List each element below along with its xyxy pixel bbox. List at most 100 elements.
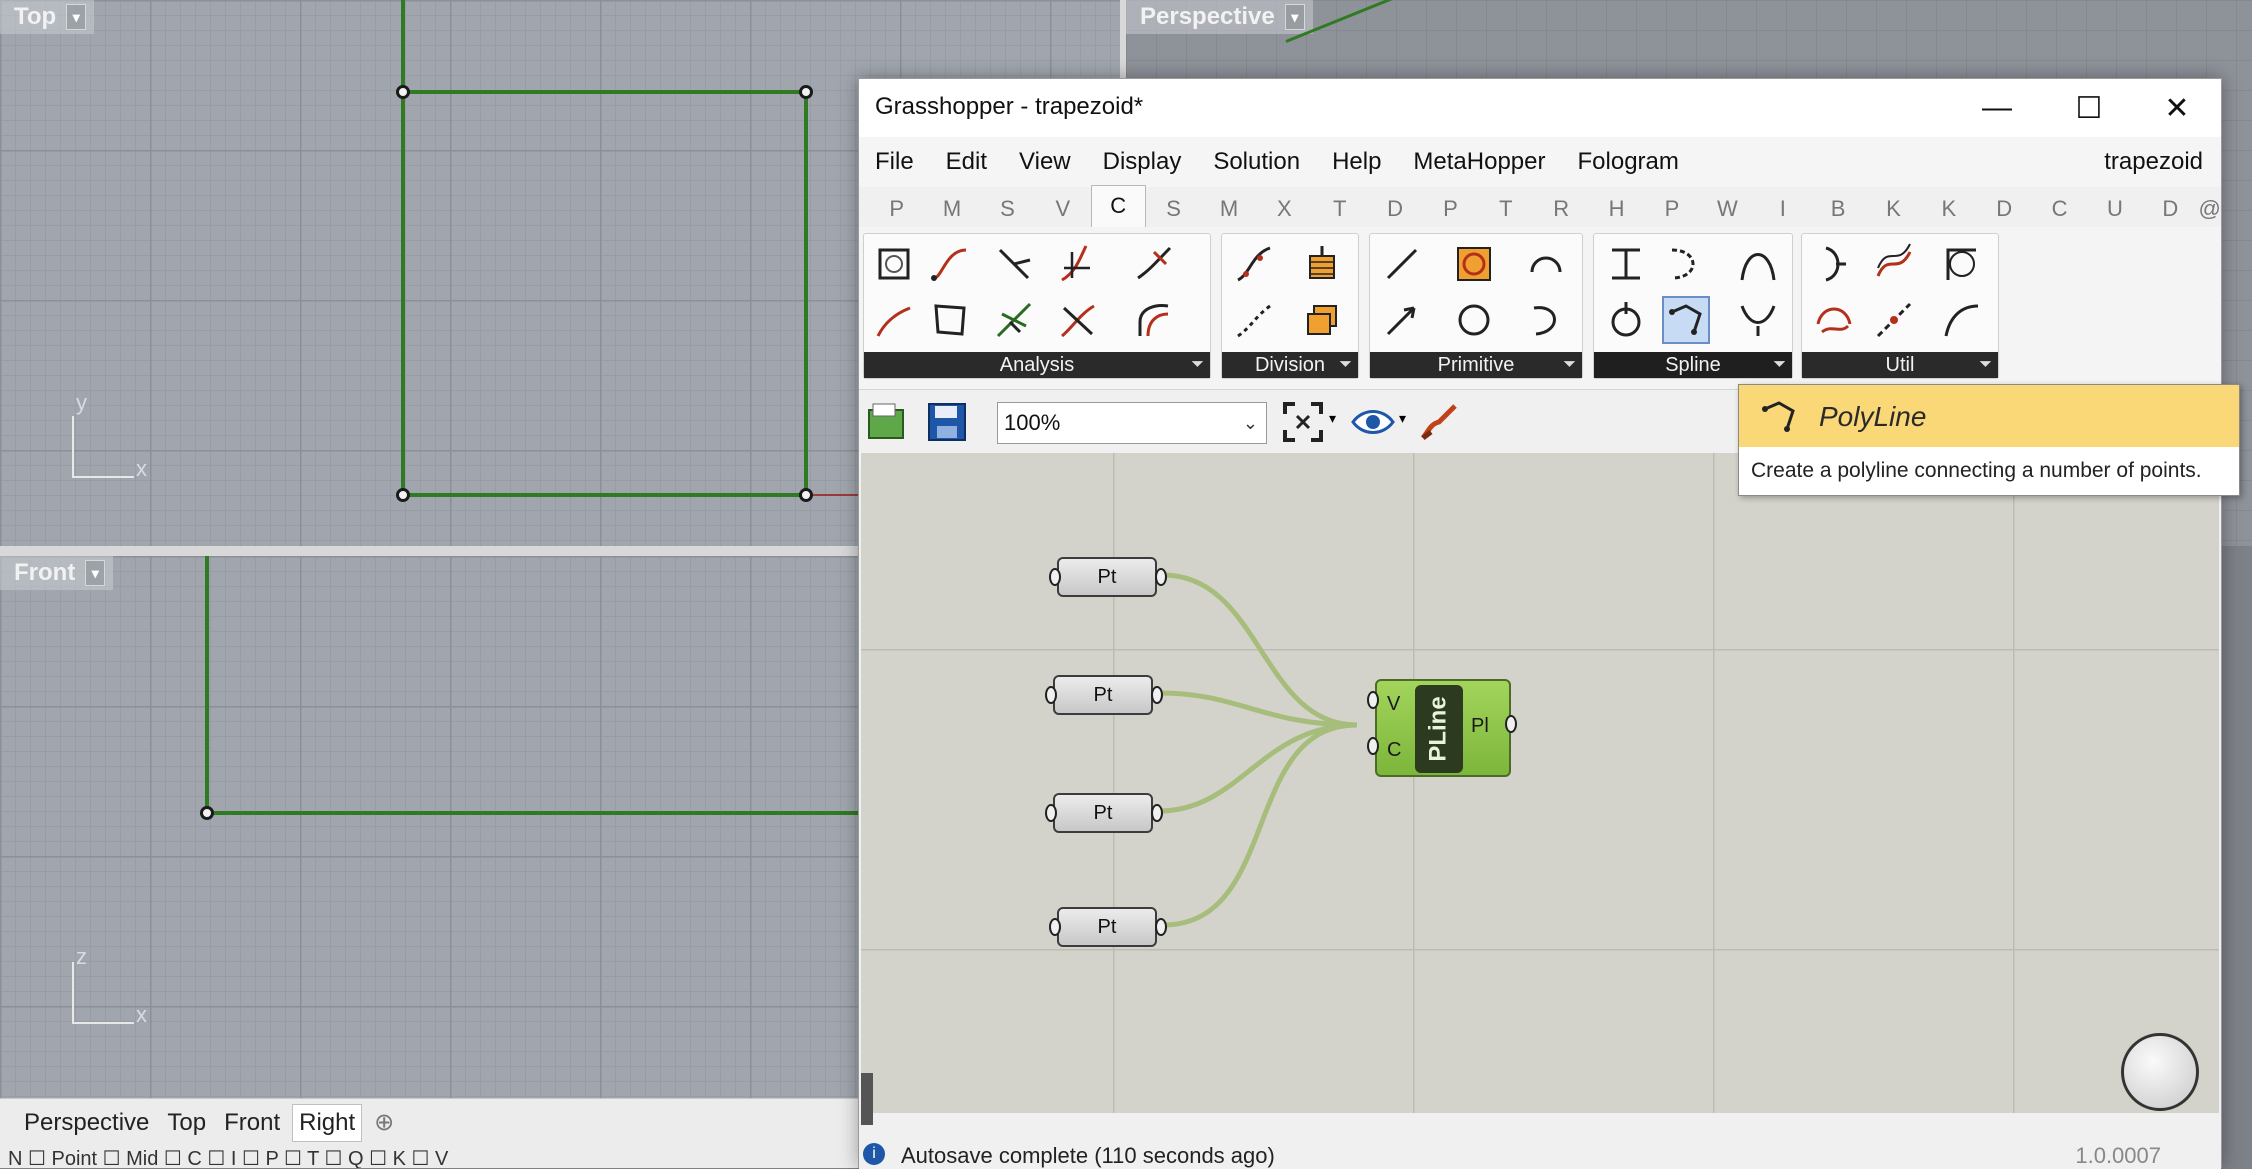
blend-curve-icon[interactable] (1602, 296, 1650, 344)
top-viewport-label[interactable]: Top ▾ (0, 0, 95, 34)
curve-horizontal[interactable] (207, 811, 858, 815)
curve-right-edge[interactable] (804, 90, 808, 496)
interpolate-icon[interactable] (1602, 240, 1650, 288)
menu-fologram[interactable]: Fologram (1562, 148, 1695, 176)
tab-vector[interactable]: V (1035, 191, 1090, 227)
point-marker[interactable] (200, 806, 214, 820)
tab-plugin[interactable]: K (1921, 191, 1976, 227)
close-icon[interactable]: ✕ (2131, 79, 2223, 137)
tab-display[interactable]: D (1367, 191, 1422, 227)
point-marker[interactable] (396, 85, 410, 99)
divide-curve-icon[interactable] (1230, 240, 1278, 288)
tab-plugin[interactable]: W (1700, 191, 1755, 227)
tab-params[interactable]: P (869, 191, 924, 227)
curve-analysis-icon[interactable] (926, 240, 974, 288)
line-icon[interactable] (1378, 240, 1426, 288)
polygon-points-icon[interactable] (926, 296, 974, 344)
title-bar[interactable]: Grasshopper - trapezoid* — ☐ ✕ (859, 79, 2221, 137)
point-param[interactable]: Pt (1053, 675, 1153, 715)
tab-plugin[interactable]: K (1866, 191, 1921, 227)
grasshopper-canvas[interactable]: Pt Pt Pt Pt V C PLine Pl (861, 453, 2219, 1113)
offset-curve-icon[interactable] (1870, 240, 1918, 288)
menu-help[interactable]: Help (1316, 148, 1397, 176)
menu-file[interactable]: File (859, 148, 930, 176)
tab-plugin[interactable]: P (1644, 191, 1699, 227)
tab-plugin[interactable]: U (2087, 191, 2142, 227)
tab-perspective[interactable]: Perspective (18, 1105, 155, 1141)
param-output-grip[interactable] (1151, 686, 1163, 704)
polyline-icon[interactable] (1662, 296, 1710, 344)
curve-curvature-icon[interactable] (1130, 296, 1178, 344)
document-name[interactable]: trapezoid (2104, 148, 2203, 176)
zoom-select[interactable]: 100% ⌄ (997, 402, 1267, 444)
tab-mesh[interactable]: M (1201, 191, 1256, 227)
curve-vertical[interactable] (205, 556, 209, 814)
osnap-bar[interactable]: N ☐ Point ☐ Mid ☐ C ☐ I ☐ P ☐ T ☐ Q ☐ K … (0, 1146, 858, 1168)
rectangle-icon[interactable] (1450, 240, 1498, 288)
viewport-dropdown-icon[interactable]: ▾ (66, 4, 87, 30)
menu-display[interactable]: Display (1087, 148, 1198, 176)
menu-metahopper[interactable]: MetaHopper (1397, 148, 1561, 176)
contour-icon[interactable] (1298, 240, 1346, 288)
circle-icon[interactable] (1450, 296, 1498, 344)
sketch-brush-icon[interactable] (1415, 398, 1463, 446)
box-corners-icon[interactable] (870, 240, 918, 288)
kinky-curve-icon[interactable] (1734, 240, 1782, 288)
tab-plugin[interactable]: T (1478, 191, 1533, 227)
curve-bottom-edge[interactable] (402, 493, 806, 497)
extend-curve-icon[interactable] (1938, 296, 1986, 344)
tab-plugin[interactable]: D (2143, 191, 2198, 227)
curve-frame-icon[interactable] (1054, 240, 1102, 288)
viewport-dropdown-icon[interactable]: ▾ (1284, 4, 1305, 30)
point-marker[interactable] (799, 85, 813, 99)
tab-transform[interactable]: T (1312, 191, 1367, 227)
tab-front[interactable]: Front (218, 1105, 286, 1141)
group-name[interactable]: Analysis ⏷ (864, 352, 1210, 378)
menu-view[interactable]: View (1003, 148, 1087, 176)
component-output-grip[interactable] (1505, 715, 1517, 733)
param-input-grip[interactable] (1045, 686, 1057, 704)
param-input-grip[interactable] (1049, 568, 1061, 586)
curve-derivatives-icon[interactable] (1130, 240, 1178, 288)
point-param[interactable]: Pt (1057, 907, 1157, 947)
viewport-dropdown-icon[interactable]: ▾ (85, 560, 106, 586)
curve-top-edge[interactable] (402, 90, 806, 94)
preview-eye-icon[interactable] (1349, 398, 1397, 446)
param-input-grip[interactable] (1045, 804, 1057, 822)
tab-sets[interactable]: S (980, 191, 1035, 227)
group-name[interactable]: Spline ⏷ (1594, 352, 1792, 378)
bezier-span-icon[interactable] (1662, 240, 1710, 288)
tab-right[interactable]: Right (292, 1103, 363, 1142)
curve-closest-icon[interactable] (990, 240, 1038, 288)
tab-plugin[interactable]: I (1755, 191, 1810, 227)
tab-intersect[interactable]: X (1257, 191, 1312, 227)
arc-icon[interactable] (1522, 240, 1570, 288)
curve-length-icon[interactable] (870, 296, 918, 344)
group-name[interactable]: Primitive ⏷ (1370, 352, 1582, 378)
param-output-grip[interactable] (1155, 568, 1167, 586)
tab-plugin[interactable]: C (2032, 191, 2087, 227)
front-viewport-label[interactable]: Front ▾ (0, 556, 114, 590)
tab-plugin[interactable]: H (1589, 191, 1644, 227)
param-input-grip[interactable] (1049, 918, 1061, 936)
canvas-navigation-compass[interactable] (2121, 1033, 2199, 1111)
param-output-grip[interactable] (1151, 804, 1163, 822)
dropdown-arrow-icon[interactable]: ▾ (1329, 410, 1336, 427)
divide-distance-icon[interactable] (1230, 296, 1278, 344)
tangent-curve-icon[interactable] (1734, 296, 1782, 344)
tab-plugin[interactable]: R (1534, 191, 1589, 227)
maximize-icon[interactable]: ☐ (2043, 79, 2135, 137)
group-name[interactable]: Util ⏷ (1802, 352, 1998, 378)
group-name[interactable]: Division ⏷ (1222, 352, 1358, 378)
save-file-icon[interactable] (923, 398, 971, 446)
shatter-icon[interactable] (1870, 296, 1918, 344)
perspective-viewport-label[interactable]: Perspective ▾ (1126, 0, 1313, 34)
param-output-grip[interactable] (1155, 918, 1167, 936)
arc-3pt-icon[interactable] (1522, 296, 1570, 344)
curve-left-edge[interactable] (401, 0, 405, 496)
tab-more[interactable]: @ (2198, 191, 2221, 227)
point-param[interactable]: Pt (1057, 557, 1157, 597)
tab-plugin[interactable]: B (1810, 191, 1865, 227)
component-input-grip[interactable] (1367, 691, 1379, 709)
perspective-curve[interactable] (1285, 0, 1491, 43)
